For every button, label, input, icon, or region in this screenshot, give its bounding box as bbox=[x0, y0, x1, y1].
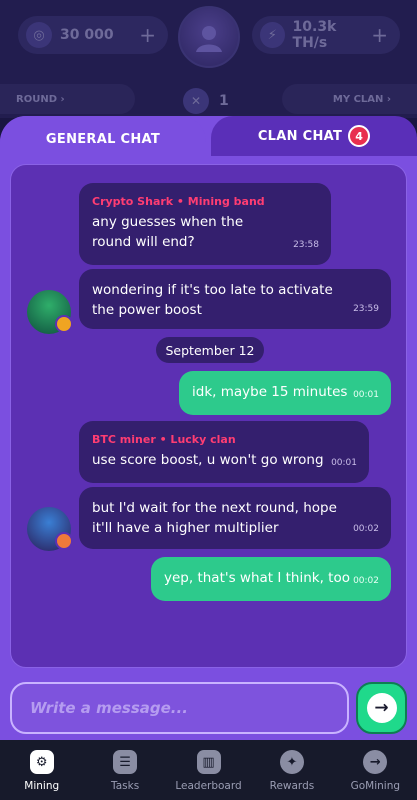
coin-icon: ◎ bbox=[26, 22, 52, 48]
message-time: 23:58 bbox=[293, 240, 319, 250]
message-bubble-outgoing: idk, maybe 15 minutes 00:01 bbox=[179, 371, 391, 415]
message-author: BTC miner • Lucky clan bbox=[92, 433, 236, 446]
message-time: 00:01 bbox=[331, 458, 357, 468]
nav-item-rewards[interactable]: ✦ Rewards bbox=[250, 740, 333, 800]
tab-clan-chat[interactable]: CLAN CHAT 4 bbox=[211, 116, 417, 156]
message-bubble: BTC miner • Lucky clan use score boost, … bbox=[79, 421, 369, 483]
multiplier-icon: ✕ bbox=[183, 88, 209, 114]
message-text: idk, maybe 15 minutes bbox=[192, 384, 348, 400]
multiplier: ✕ 1 bbox=[183, 88, 229, 114]
my-clan-link[interactable]: MY CLAN › bbox=[282, 84, 417, 114]
chat-panel: CLAN CHAT 4 GENERAL CHAT Crypto Shark • … bbox=[0, 116, 417, 740]
message-text: any guesses when the round will end? bbox=[92, 214, 244, 250]
message-text: yep, that's what I think, too bbox=[164, 570, 350, 586]
nav-label: Mining bbox=[24, 780, 60, 792]
round-link[interactable]: ROUND › bbox=[0, 84, 135, 114]
mining-icon: ⚙ bbox=[29, 750, 54, 774]
message-bubble-outgoing: yep, that's what I think, too 00:02 bbox=[151, 557, 391, 601]
tab-general-chat-label: GENERAL CHAT bbox=[45, 131, 161, 147]
lightning-icon: ⚡ bbox=[260, 22, 285, 48]
balance-value: 30 000 bbox=[60, 27, 114, 43]
level-badge-icon bbox=[55, 315, 73, 333]
avatar-silhouette-icon bbox=[196, 26, 222, 52]
message-bubble: wondering if it's too late to activate t… bbox=[79, 269, 391, 329]
message-author: Crypto Shark • Mining band bbox=[92, 195, 265, 208]
nav-label: GoMining bbox=[350, 780, 401, 792]
message-bubble: Crypto Shark • Mining band any guesses w… bbox=[79, 183, 331, 265]
nav-item-mining[interactable]: ⚙ Mining bbox=[0, 740, 83, 800]
gomining-icon: → bbox=[363, 750, 388, 774]
message-text: use score boost, u won't go wrong bbox=[92, 452, 324, 468]
add-hashrate-icon[interactable]: + bbox=[371, 23, 388, 47]
hashrate-value: 10.3k TH/s bbox=[292, 19, 337, 51]
nav-label: Rewards bbox=[269, 780, 315, 792]
message-text: but I'd wait for the next round, hope it… bbox=[92, 500, 337, 536]
send-button[interactable]: → bbox=[356, 682, 407, 734]
message-time: 00:02 bbox=[353, 524, 379, 534]
message-input[interactable]: Write a message... bbox=[10, 682, 349, 734]
balance-pill[interactable]: ◎ 30 000 + bbox=[18, 16, 168, 54]
message-list[interactable]: Crypto Shark • Mining band any guesses w… bbox=[10, 164, 407, 668]
add-balance-icon[interactable]: + bbox=[139, 23, 156, 47]
arrow-right-icon: → bbox=[366, 693, 397, 723]
tab-clan-chat-label: CLAN CHAT bbox=[257, 128, 343, 144]
date-separator: September 12 bbox=[156, 337, 264, 363]
nav-item-gomining[interactable]: → GoMining bbox=[334, 740, 417, 800]
nav-label: Tasks bbox=[111, 780, 140, 792]
message-time: 23:59 bbox=[353, 304, 379, 314]
bottom-nav: ⚙ Mining ☰ Tasks ▥ Leaderboard ✦ Rewards… bbox=[0, 740, 417, 800]
nav-label: Leaderboard bbox=[175, 780, 242, 792]
message-time: 00:01 bbox=[353, 390, 379, 400]
nav-item-leaderboard[interactable]: ▥ Leaderboard bbox=[167, 740, 250, 800]
level-badge-icon bbox=[55, 532, 73, 550]
unread-badge: 4 bbox=[348, 125, 371, 147]
message-time: 00:02 bbox=[353, 576, 379, 586]
nav-item-tasks[interactable]: ☰ Tasks bbox=[83, 740, 166, 800]
tab-general-chat[interactable]: GENERAL CHAT bbox=[0, 116, 206, 162]
leaderboard-icon: ▥ bbox=[196, 750, 221, 774]
tasks-icon: ☰ bbox=[113, 750, 138, 774]
message-text: wondering if it's too late to activate t… bbox=[92, 282, 333, 318]
profile-avatar[interactable] bbox=[178, 6, 240, 68]
message-bubble: but I'd wait for the next round, hope it… bbox=[79, 487, 391, 549]
multiplier-value: 1 bbox=[219, 93, 229, 109]
message-input-placeholder: Write a message... bbox=[30, 699, 188, 717]
rewards-icon: ✦ bbox=[279, 750, 304, 774]
hashrate-pill[interactable]: ⚡ 10.3k TH/s + bbox=[252, 16, 400, 54]
